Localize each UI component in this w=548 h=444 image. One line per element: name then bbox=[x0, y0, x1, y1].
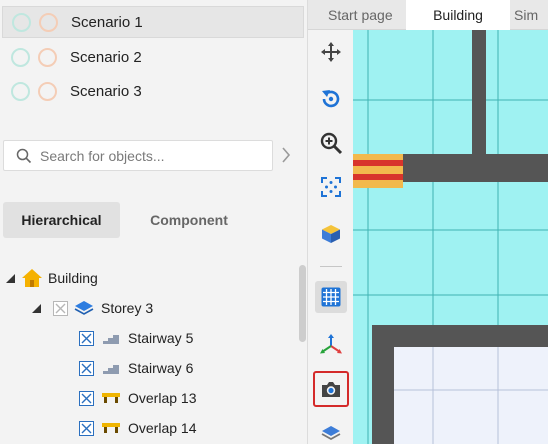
status-ring-green-icon bbox=[12, 12, 31, 32]
view-toolbar bbox=[308, 30, 353, 444]
scenario-label: Scenario 1 bbox=[71, 13, 143, 31]
tree-item-stairway-5[interactable]: Stairway 5 bbox=[79, 325, 193, 351]
floorplan-drawing bbox=[353, 30, 548, 444]
scenario-item-2[interactable]: Scenario 2 bbox=[0, 41, 142, 73]
move-button[interactable] bbox=[315, 36, 347, 68]
document-tabbar: Start page Building Sim bbox=[308, 0, 548, 30]
cube-icon bbox=[322, 225, 340, 243]
screenshot-button[interactable] bbox=[313, 371, 349, 407]
tree-item-storey[interactable]: Storey 3 bbox=[32, 295, 153, 321]
visibility-checkbox[interactable] bbox=[53, 300, 68, 316]
rotate-icon bbox=[322, 90, 340, 108]
tree-scrollbar[interactable] bbox=[299, 265, 306, 342]
tree-item-stairway-6[interactable]: Stairway 6 bbox=[79, 355, 193, 381]
left-panel: Scenario 1 Scenario 2 Scenario 3 Hierarc… bbox=[0, 0, 308, 444]
zoom-icon bbox=[320, 132, 343, 155]
grid-button[interactable] bbox=[315, 281, 347, 313]
expand-triangle-icon[interactable] bbox=[32, 303, 41, 313]
cross-mark-icon bbox=[81, 393, 92, 403]
tab-component[interactable]: Component bbox=[128, 202, 250, 238]
status-ring-orange-icon bbox=[38, 47, 57, 67]
tab-start-page[interactable]: Start page bbox=[328, 0, 393, 30]
status-ring-green-icon bbox=[11, 81, 30, 101]
fit-view-button[interactable] bbox=[315, 171, 347, 203]
tab-sim[interactable]: Sim bbox=[514, 0, 538, 30]
visibility-checkbox[interactable] bbox=[79, 360, 94, 376]
grid-icon bbox=[321, 287, 341, 307]
scenario-item-3[interactable]: Scenario 3 bbox=[0, 75, 142, 107]
axes-icon bbox=[320, 334, 342, 354]
axes-button[interactable] bbox=[315, 329, 347, 361]
rotate-button[interactable] bbox=[315, 83, 347, 115]
cross-mark-icon bbox=[55, 303, 66, 313]
layers-icon bbox=[321, 426, 341, 441]
expand-triangle-icon[interactable] bbox=[6, 273, 15, 283]
house-icon bbox=[22, 269, 42, 287]
tab-building[interactable]: Building bbox=[406, 0, 510, 30]
tree-item-building[interactable]: Building bbox=[6, 265, 98, 291]
overlap-icon bbox=[102, 423, 120, 433]
chevron-right-icon[interactable] bbox=[281, 147, 291, 163]
tree-item-overlap-13[interactable]: Overlap 13 bbox=[79, 385, 196, 411]
tree-item-label: Overlap 13 bbox=[128, 390, 197, 406]
building-viewport[interactable] bbox=[353, 30, 548, 444]
tree-item-label: Stairway 5 bbox=[128, 330, 194, 346]
move-icon bbox=[321, 42, 341, 62]
cross-mark-icon bbox=[81, 423, 92, 433]
tree-item-label: Overlap 14 bbox=[128, 420, 197, 436]
tree-item-label: Stairway 6 bbox=[128, 360, 194, 376]
visibility-checkbox[interactable] bbox=[79, 390, 94, 406]
cross-mark-icon bbox=[81, 333, 92, 343]
stairway-icon bbox=[103, 365, 119, 374]
status-ring-green-icon bbox=[11, 47, 30, 67]
tree-item-label: Storey 3 bbox=[101, 300, 154, 316]
search-icon bbox=[16, 148, 32, 163]
visibility-checkbox[interactable] bbox=[79, 330, 94, 346]
zoom-button[interactable] bbox=[315, 127, 347, 159]
tree-item-overlap-14[interactable]: Overlap 14 bbox=[79, 415, 196, 441]
status-ring-orange-icon bbox=[38, 81, 57, 101]
scenario-item-1[interactable]: Scenario 1 bbox=[2, 6, 304, 38]
status-ring-orange-icon bbox=[39, 12, 58, 32]
visibility-checkbox[interactable] bbox=[79, 420, 94, 436]
fit-view-icon bbox=[321, 177, 341, 197]
camera-icon bbox=[322, 382, 340, 397]
search-input[interactable] bbox=[40, 147, 260, 164]
stairway-icon bbox=[103, 335, 119, 344]
object-view-button[interactable] bbox=[315, 218, 347, 250]
overlap-icon bbox=[102, 393, 120, 403]
search-box bbox=[3, 140, 273, 171]
layers-button[interactable] bbox=[315, 417, 347, 444]
scenario-label: Scenario 3 bbox=[70, 82, 142, 100]
scenario-label: Scenario 2 bbox=[70, 48, 142, 66]
layers-icon bbox=[74, 301, 94, 315]
tab-hierarchical[interactable]: Hierarchical bbox=[3, 202, 120, 238]
tree-item-label: Building bbox=[48, 270, 98, 286]
toolbar-divider bbox=[320, 266, 342, 267]
cross-mark-icon bbox=[81, 363, 92, 373]
